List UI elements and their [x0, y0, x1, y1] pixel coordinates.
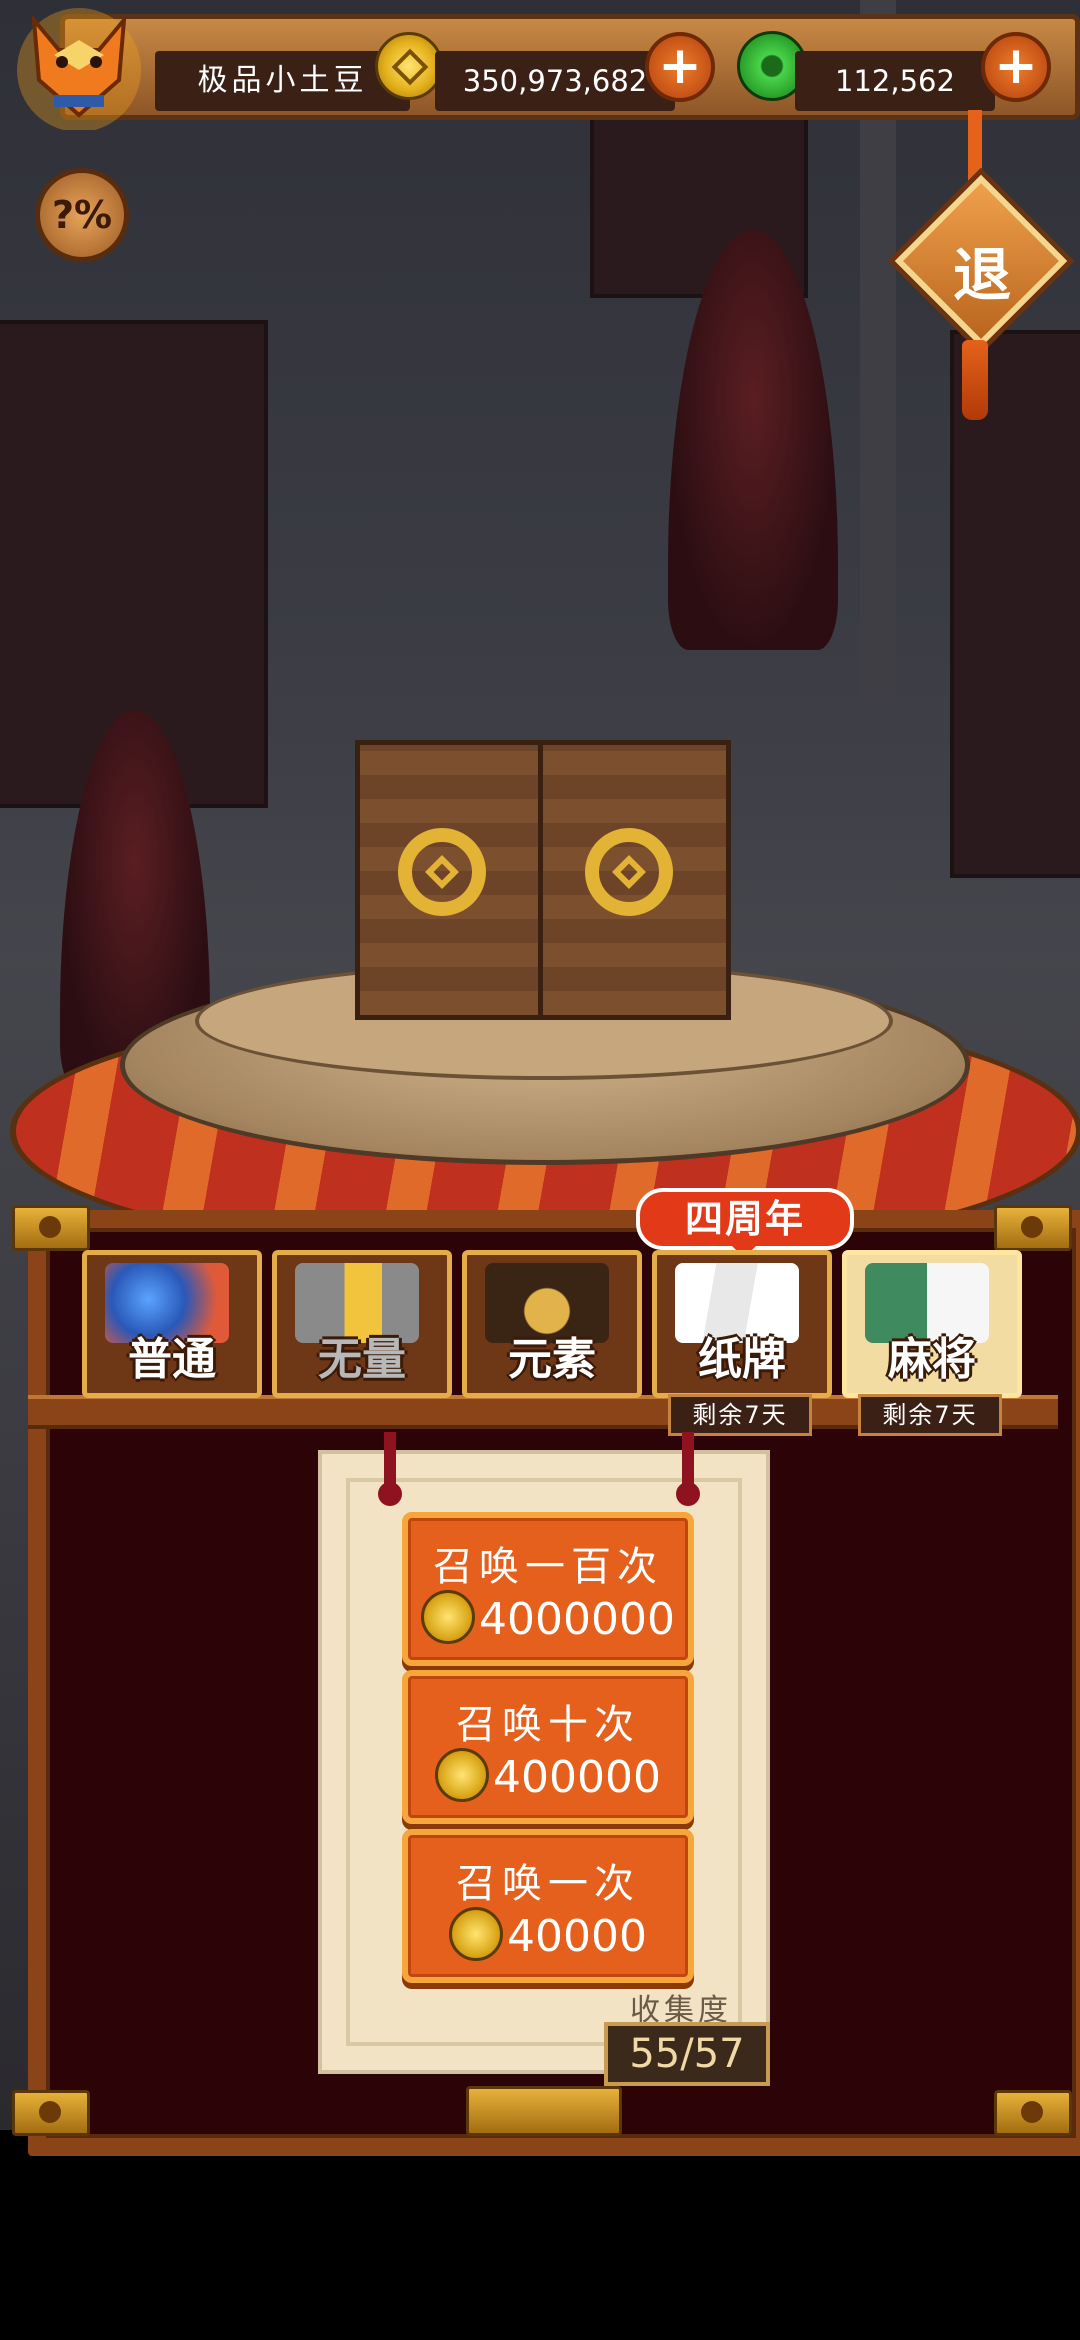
panel-corner-bottom-right — [994, 2090, 1072, 2136]
panel-corner-bottom-left — [12, 2090, 90, 2136]
exit-tassel — [962, 340, 988, 420]
summon-cost-value: 400000 — [493, 1752, 661, 1803]
tab-label: 纸牌 — [698, 1334, 786, 1385]
help-rates-button[interactable]: ?% — [35, 168, 129, 262]
scroll-hanger-left — [378, 1432, 402, 1506]
coin-icon — [421, 1590, 476, 1644]
tab-label: 元素 — [508, 1334, 596, 1385]
fox-avatar-icon[interactable] — [14, 0, 144, 130]
coin-icon — [449, 1907, 503, 1961]
tab-label: 无量 — [318, 1334, 406, 1385]
exit-button[interactable]: 退 — [890, 110, 1068, 420]
tab-wuliang[interactable]: 无量 — [272, 1250, 452, 1398]
add-jade-button[interactable]: + — [981, 32, 1051, 102]
mystery-box[interactable] — [355, 740, 731, 1020]
exit-label: 退 — [952, 241, 1011, 309]
tab-mahjong[interactable]: 麻将 — [842, 1250, 1022, 1398]
summon-100-button[interactable]: 召唤一百次 4000000 — [402, 1512, 694, 1666]
panel-corner-top-left — [12, 1205, 90, 1251]
summon-cost-value: 40000 — [507, 1911, 647, 1962]
player-name: 极品小土豆 — [155, 51, 410, 111]
tab-cards[interactable]: 纸牌 — [652, 1250, 832, 1398]
coin-count: 350,973,682 — [435, 51, 675, 111]
summon-10-button[interactable]: 召唤十次 400000 — [402, 1670, 694, 1824]
summon-cost: 4000000 — [408, 1590, 688, 1645]
tab-label: 麻将 — [888, 1334, 976, 1385]
summon-1-button[interactable]: 召唤一次 40000 — [402, 1829, 694, 1983]
add-coins-button[interactable]: + — [645, 32, 715, 102]
mahjong-remaining-days: 剩余7天 — [858, 1394, 1002, 1436]
summon-cost: 40000 — [408, 1907, 688, 1962]
summon-title: 召唤一次 — [456, 1861, 640, 1907]
coin-emblem-left — [398, 828, 486, 916]
coin-icon — [375, 32, 443, 100]
cards-remaining-days: 剩余7天 — [668, 1394, 812, 1436]
summon-cost: 400000 — [408, 1748, 688, 1803]
coin-emblem-right — [585, 828, 673, 916]
tab-label: 普通 — [128, 1334, 216, 1385]
tab-normal[interactable]: 普通 — [82, 1250, 262, 1398]
panel-bottom-ornament — [466, 2086, 622, 2136]
panel-corner-top-right — [994, 1205, 1072, 1251]
collection-value: 55/57 — [604, 2022, 770, 2086]
coin-icon — [435, 1748, 490, 1802]
tab-element[interactable]: 元素 — [462, 1250, 642, 1398]
jade-count: 112,562 — [795, 51, 995, 111]
top-bar: 极品小土豆 350,973,682 + 112,562 + — [60, 14, 1080, 120]
anniversary-badge: 四周年 — [636, 1188, 854, 1258]
scroll-hanger-right — [676, 1432, 700, 1506]
bottom-area — [0, 2130, 1080, 2340]
summon-title: 召唤十次 — [456, 1702, 640, 1748]
summon-cost-value: 4000000 — [479, 1594, 675, 1645]
summon-title: 召唤一百次 — [433, 1544, 663, 1590]
